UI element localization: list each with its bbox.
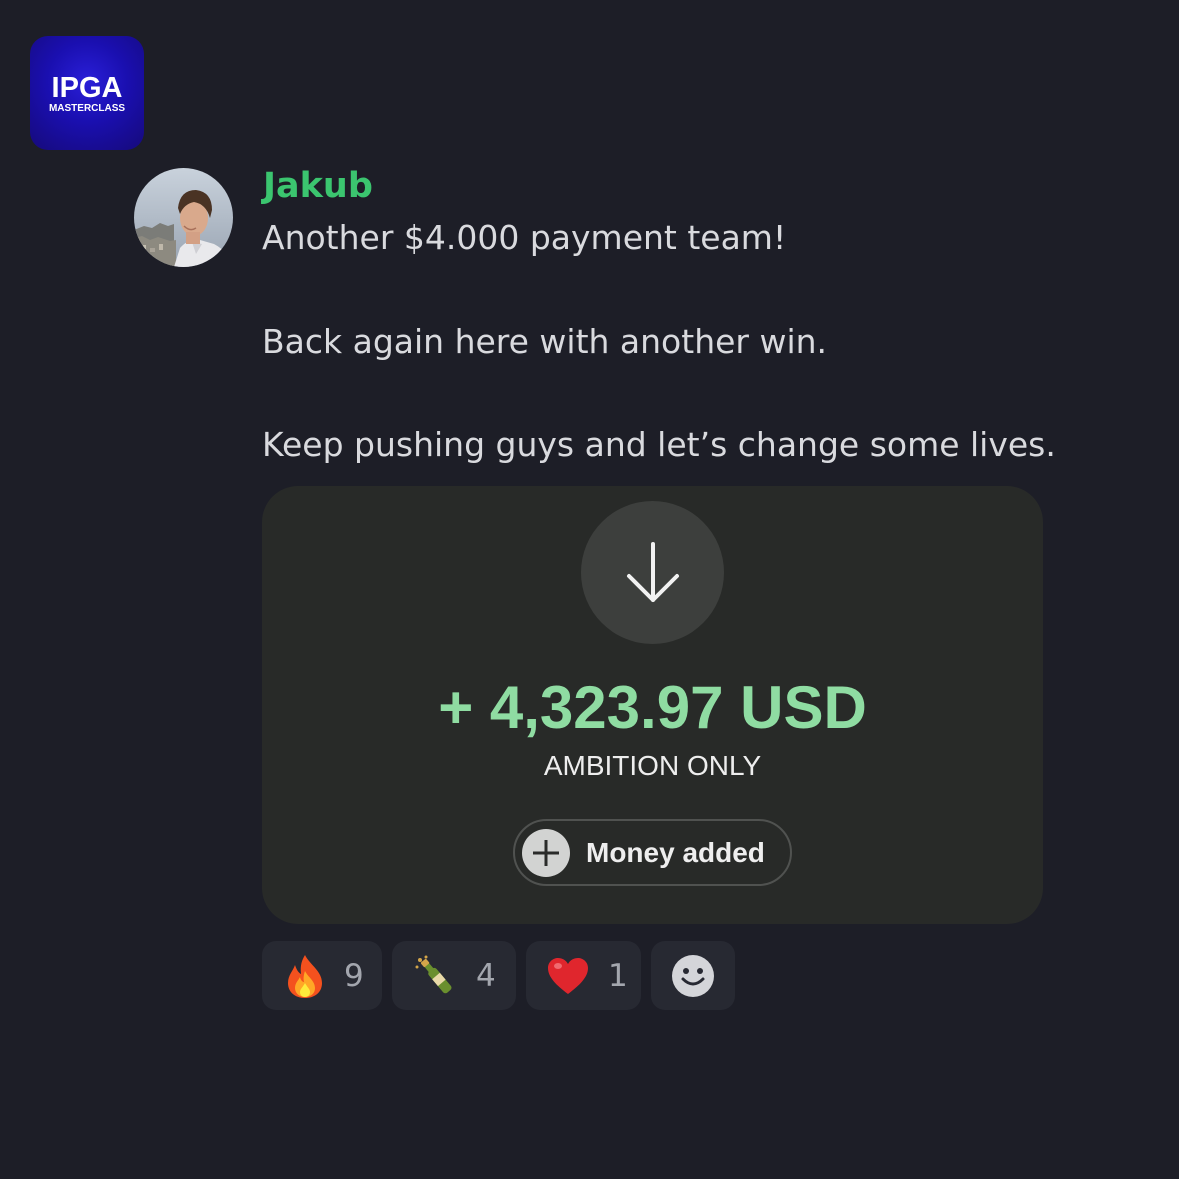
reaction-heart-count: 1 [608, 957, 628, 994]
message-line-3: Keep pushing guys and let’s change some … [262, 425, 1056, 464]
message-line-2: Back again here with another win. [262, 322, 828, 361]
reaction-fire-count: 9 [344, 957, 364, 994]
logo-title: IPGA [51, 71, 123, 104]
plus-icon [522, 828, 570, 877]
money-added-label: Money added [586, 836, 765, 868]
reaction-champagne[interactable]: 4 [392, 941, 516, 1010]
money-added-button[interactable]: Money added [513, 819, 792, 886]
payment-attachment-card[interactable]: + 4,323.97 USD AMBITION ONLY Money added [262, 486, 1043, 924]
logo-subtitle: MASTERCLASS [48, 102, 126, 114]
message-line-1: Another $4.000 payment team! [262, 218, 787, 257]
reaction-champagne-count: 4 [476, 957, 496, 994]
arrow-down-icon-circle [581, 501, 724, 644]
add-reaction-button[interactable] [651, 941, 735, 1010]
message-author[interactable]: Jakub [263, 162, 373, 210]
ipga-logo: IPGA MASTERCLASS [30, 36, 144, 150]
avatar-photo [134, 168, 233, 267]
heart-icon [546, 956, 590, 996]
payment-amount: + 4,323.97 USD [438, 674, 867, 741]
avatar[interactable] [134, 168, 233, 267]
smiley-icon [671, 954, 715, 998]
reaction-heart[interactable]: 1 [526, 941, 641, 1010]
reaction-fire[interactable]: 9 [262, 941, 382, 1010]
fire-icon [284, 953, 326, 999]
arrow-down-icon [626, 541, 679, 602]
champagne-icon [414, 954, 458, 998]
payment-merchant: AMBITION ONLY [543, 750, 762, 781]
